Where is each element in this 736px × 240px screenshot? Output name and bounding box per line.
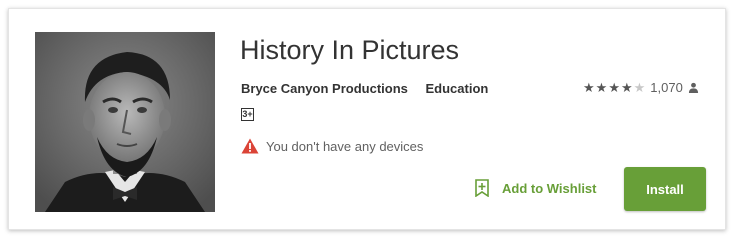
device-notice: You don't have any devices — [241, 138, 423, 154]
app-meta: Bryce Canyon Productions Education — [241, 81, 502, 96]
notice-text: You don't have any devices — [266, 138, 424, 154]
app-card: History In Pictures Bryce Canyon Product… — [8, 8, 726, 230]
wishlist-label: Add to Wishlist — [502, 180, 597, 196]
content-rating-badge: 3+ — [241, 108, 254, 121]
rating-count: 1,070 — [650, 80, 683, 95]
app-title: History In Pictures — [240, 35, 460, 65]
add-to-wishlist-button[interactable]: Add to Wishlist — [475, 179, 597, 197]
star-icon: ★ — [620, 79, 633, 95]
app-cover-image[interactable] — [35, 32, 215, 212]
star-icon: ★ — [595, 79, 608, 95]
developer-link[interactable]: Bryce Canyon Productions — [241, 81, 408, 96]
star-icon: ★ — [608, 79, 620, 95]
portrait-photo — [35, 32, 215, 212]
star-icon: ★ — [633, 79, 646, 95]
star-rating: ★ ★ ★ ★ ★ — [583, 79, 646, 95]
rating: ★ ★ ★ ★ ★ 1,070 — [583, 80, 699, 95]
warning-icon — [241, 138, 259, 154]
category-link[interactable]: Education — [426, 81, 489, 96]
person-icon — [688, 82, 698, 93]
star-icon: ★ — [583, 79, 595, 95]
bookmark-add-icon — [475, 179, 489, 197]
install-button[interactable]: Install — [624, 167, 706, 211]
